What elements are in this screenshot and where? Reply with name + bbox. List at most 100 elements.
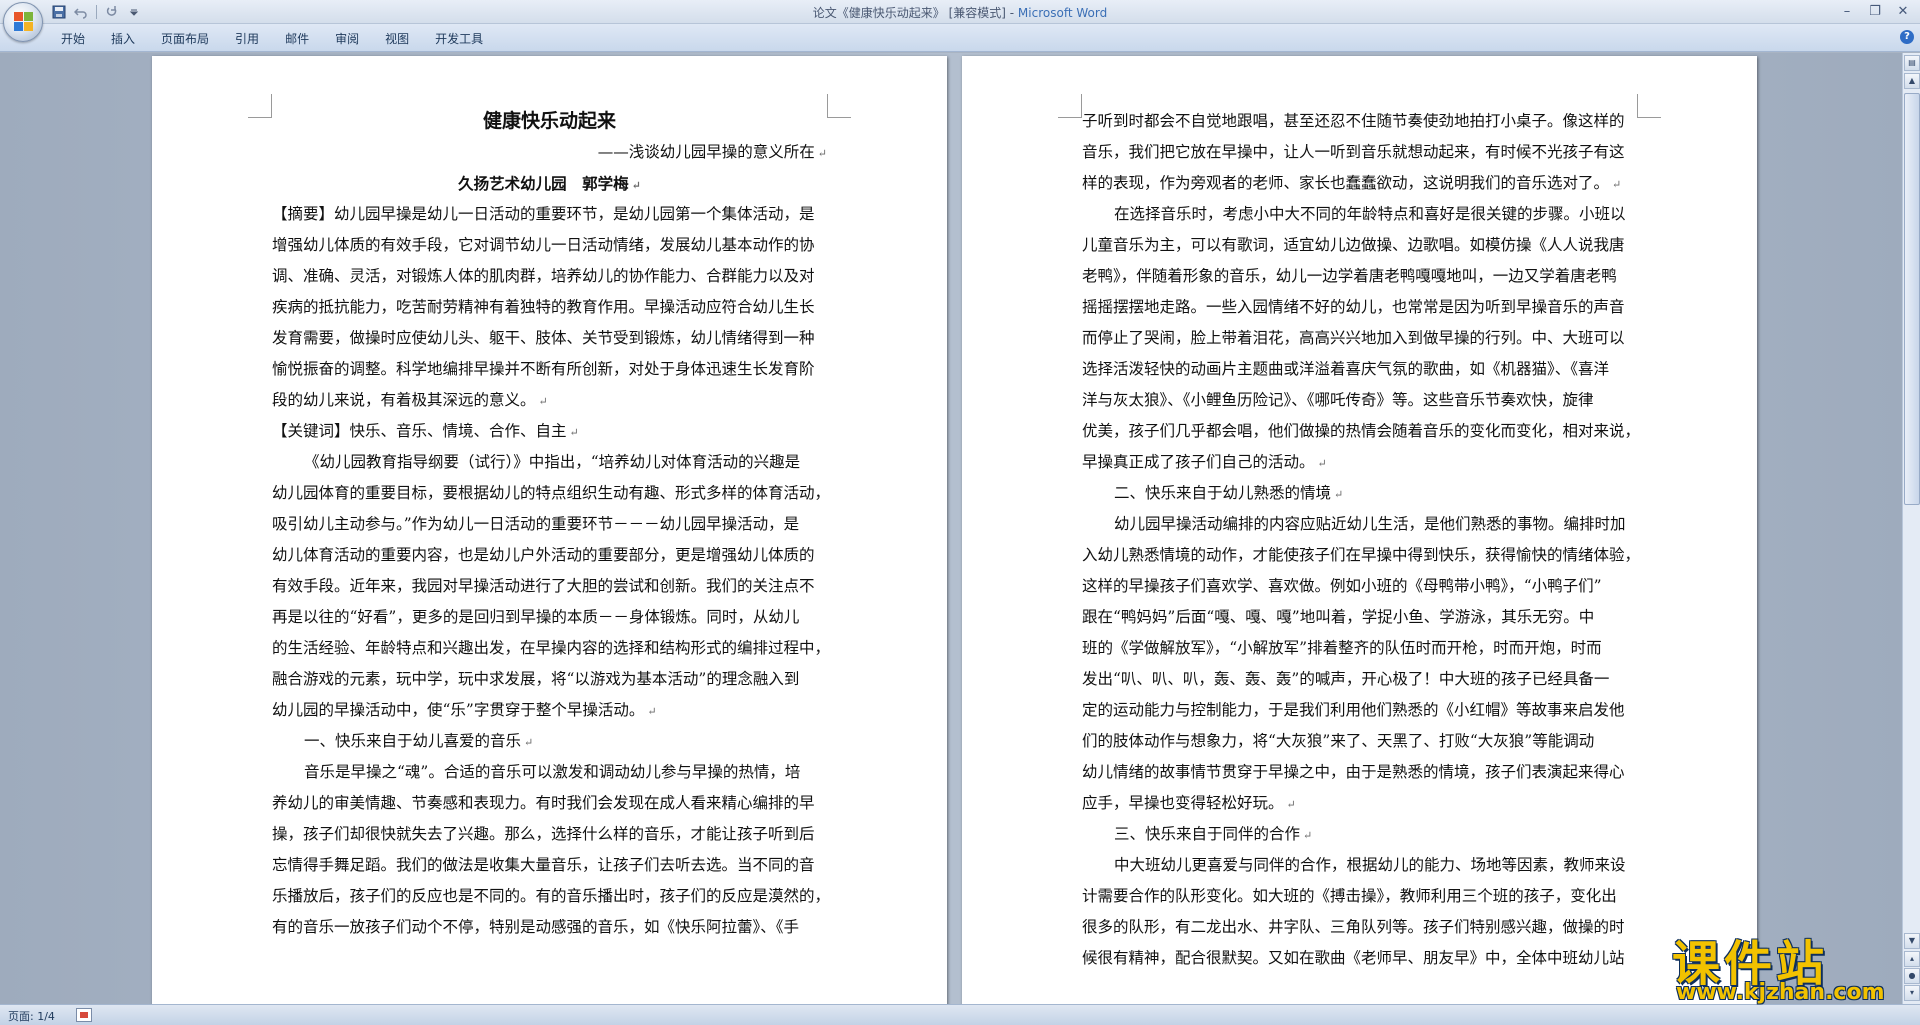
page-1-text: 健康快乐动起来 ——浅谈幼儿园早操的意义所在 ↵ 久扬艺术幼儿园 郭学梅 ↵ 【摘要】幼儿…: [272, 106, 827, 943]
text-line-content: 【摘要】幼儿园早操是幼儿一日活动的重要环节，是幼儿园第一个集体活动，是: [272, 205, 815, 223]
tab-developer[interactable]: 开发工具: [422, 30, 496, 47]
text-line: 养幼儿的审美情趣、节奏感和表现力。有时我们会发现在成人看来精心编排的早: [272, 788, 827, 819]
text-line: 选择活泼轻快的动画片主题曲或洋溢着喜庆气氛的歌曲，如《机器猫》、《喜洋: [1082, 354, 1637, 385]
paragraph-mark-icon: ↵: [524, 736, 534, 749]
text-line-content: 二、快乐来自于幼儿熟悉的情境: [1114, 484, 1332, 502]
page-2-text: 子听到时都会不自觉地跟唱，甚至还忍不住随节奏使劲地拍打小桌子。像这样的 音乐，我们…: [1082, 106, 1637, 974]
watermark-logo: 课件站 www.kjzhan.com: [1668, 924, 1904, 1006]
tab-home[interactable]: 开始: [48, 30, 98, 47]
text-line-content: 操，孩子们却很快就失去了兴趣。那么，选择什么样的音乐，才能让孩子听到后: [272, 825, 815, 843]
text-line-content: 洋与灰太狼》、《小鲤鱼历险记》、《哪吒传奇》等。这些音乐节奏欢快，旋律: [1082, 391, 1594, 409]
ribbon-tabs: 开始 插入 页面布局 引用 邮件 审阅 视图 开发工具: [48, 30, 496, 47]
text-line-content: 幼儿园体育的重要目标，要根据幼儿的特点组织生动有趣、形式多样的体育活动，: [272, 484, 827, 502]
text-line-content: 幼儿情绪的故事情节贯穿于早操之中，由于是熟悉的情境，孩子们表演起来得心: [1082, 763, 1625, 781]
text-line: 优美，孩子们几乎都会唱，他们做操的热情会随着音乐的变化而变化，相对来说，: [1082, 416, 1637, 447]
minimize-button[interactable]: –: [1834, 1, 1860, 21]
text-line: 《幼儿园教育指导纲要（试行）》中指出，“培养幼儿对体育活动的兴趣是: [272, 447, 827, 478]
tab-review[interactable]: 审阅: [322, 30, 372, 47]
tab-insert[interactable]: 插入: [98, 30, 148, 47]
text-line: 而停止了哭闹，脸上带着泪花，高高兴兴地加入到做早操的行列。中、大班可以: [1082, 323, 1637, 354]
text-line: 再是以往的“好看”，更多的是回归到早操的本质－－身体锻炼。同时，从幼儿: [272, 602, 827, 633]
text-line-content: 乐播放后，孩子们的反应也是不同的。有的音乐播出时，孩子们的反应是漠然的，: [272, 887, 827, 905]
maximize-button[interactable]: ❐: [1862, 1, 1888, 21]
text-line-content: 早操真正成了孩子们自己的活动。: [1082, 453, 1315, 471]
watermark-url: www.kjzhan.com: [1676, 980, 1885, 1005]
text-line-content: 幼儿园的早操活动中，使“乐”字贯穿于整个早操活动。: [272, 701, 645, 719]
text-line: 调、准确、灵活，对锻炼人体的肌肉群，培养幼儿的协作能力、合群能力以及对: [272, 261, 827, 292]
text-line-content: 而停止了哭闹，脸上带着泪花，高高兴兴地加入到做早操的行列。中、大班可以: [1082, 329, 1625, 347]
text-line-content: 子听到时都会不自觉地跟唱，甚至还忍不住随节奏使劲地拍打小桌子。像这样的: [1082, 112, 1625, 130]
close-button[interactable]: ✕: [1890, 1, 1916, 21]
tab-page-layout[interactable]: 页面布局: [148, 30, 222, 47]
crop-mark: [1637, 94, 1661, 118]
tab-view[interactable]: 视图: [372, 30, 422, 47]
text-line-content: 健康快乐动起来: [482, 110, 616, 132]
paragraph-mark-icon: ↵: [817, 147, 827, 160]
document-page-2[interactable]: 子听到时都会不自觉地跟唱，甚至还忍不住随节奏使劲地拍打小桌子。像这样的 音乐，我们…: [962, 56, 1757, 1004]
document-workspace: 健康快乐动起来 ——浅谈幼儿园早操的意义所在 ↵ 久扬艺术幼儿园 郭学梅 ↵ 【摘要】幼儿…: [0, 53, 1902, 1004]
text-line-content: 愉悦振奋的调整。科学地编排早操并不断有所创新，对处于身体迅速生长发育阶: [272, 360, 815, 378]
text-line: 操，孩子们却很快就失去了兴趣。那么，选择什么样的音乐，才能让孩子听到后: [272, 819, 827, 850]
text-line-content: 跟在“鸭妈妈”后面“嘎、嘎、嘎”地叫着，学捉小鱼、学游泳，其乐无穷。中: [1082, 608, 1595, 626]
help-icon[interactable]: ?: [1900, 30, 1914, 44]
document-page-1[interactable]: 健康快乐动起来 ——浅谈幼儿园早操的意义所在 ↵ 久扬艺术幼儿园 郭学梅 ↵ 【摘要】幼儿…: [152, 56, 947, 1004]
text-line: 老鸭》，伴随着形象的音乐，幼儿一边学着唐老鸭嘎嘎地叫，一边又学着唐老鸭: [1082, 261, 1637, 292]
text-line-content: 们的肢体动作与想象力，将“大灰狼”来了、天黑了、打败“大灰狼”等能调动: [1082, 732, 1595, 750]
text-line-content: 幼儿体育活动的重要内容，也是幼儿户外活动的重要部分，更是增强幼儿体质的: [272, 546, 815, 564]
select-browse-object-icon[interactable]: ●: [1904, 968, 1920, 984]
text-line-content: 候很有精神，配合很默契。又如在歌曲《老师早、朋友早》中，全体中班幼儿站: [1082, 949, 1625, 967]
office-logo-icon: [14, 12, 34, 32]
text-line-content: 养幼儿的审美情趣、节奏感和表现力。有时我们会发现在成人看来精心编排的早: [272, 794, 815, 812]
window-controls: – ❐ ✕: [1834, 1, 1916, 21]
proofing-status-icon[interactable]: [76, 1008, 92, 1022]
text-line-content: 入幼儿熟悉情境的动作，才能使孩子们在早操中得到快乐，获得愉快的情绪体验，: [1082, 546, 1637, 564]
paragraph-mark-icon: ↵: [647, 705, 657, 718]
text-line-content: 很多的队形，有二龙出水、井字队、三角队列等。孩子们特别感兴趣，做操的时: [1082, 918, 1625, 936]
ruler-toggle-icon[interactable]: ▤: [1904, 55, 1920, 71]
app-name: Microsoft Word: [1017, 6, 1108, 20]
crop-mark: [1058, 94, 1082, 118]
scroll-up-arrow-icon[interactable]: ▲: [1904, 73, 1920, 89]
text-line-content: 幼儿园早操活动编排的内容应贴近幼儿生活，是他们熟悉的事物。编排时加: [1114, 515, 1626, 533]
text-line-content: 在选择音乐时，考虑小中大不同的年龄特点和喜好是很关键的步骤。小班以: [1114, 205, 1626, 223]
next-page-icon[interactable]: ▾: [1904, 985, 1920, 1001]
vertical-scrollbar[interactable]: ▤ ▲ ▼ ▴ ● ▾: [1902, 53, 1920, 1004]
text-line-content: 老鸭》，伴随着形象的音乐，幼儿一边学着唐老鸭嘎嘎地叫，一边又学着唐老鸭: [1082, 267, 1617, 285]
text-line-content: 调、准确、灵活，对锻炼人体的肌肉群，培养幼儿的协作能力、合群能力以及对: [272, 267, 815, 285]
text-line: 儿童音乐为主，可以有歌词，适宜幼儿边做操、边歌唱。如模仿操《人人说我唐: [1082, 230, 1637, 261]
text-line: 发出“叭、叭、叭，轰、轰、轰”的喊声，开心极了！中大班的孩子已经具备一: [1082, 664, 1637, 695]
tab-references[interactable]: 引用: [222, 30, 272, 47]
text-line: 幼儿情绪的故事情节贯穿于早操之中，由于是熟悉的情境，孩子们表演起来得心: [1082, 757, 1637, 788]
previous-page-icon[interactable]: ▴: [1904, 951, 1920, 967]
text-line: 【关键词】快乐、音乐、情境、合作、自主 ↵: [272, 416, 827, 447]
text-line-content: 《幼儿园教育指导纲要（试行）》中指出，“培养幼儿对体育活动的兴趣是: [304, 453, 801, 471]
scroll-down-arrow-icon[interactable]: ▼: [1904, 933, 1920, 949]
page-indicator[interactable]: 页面: 1/4: [8, 1008, 55, 1024]
office-button[interactable]: [3, 2, 43, 42]
text-line-content: 计需要合作的队形变化。如大班的《搏击操》，教师利用三个班的孩子，变化出: [1082, 887, 1617, 905]
text-line: 二、快乐来自于幼儿熟悉的情境 ↵: [1082, 478, 1637, 509]
text-line-content: 融合游戏的元素，玩中学，玩中求发展，将“以游戏为基本活动”的理念融入到: [272, 670, 800, 688]
paragraph-mark-icon: ↵: [1303, 829, 1313, 842]
text-line: 摇摇摆摆地走路。一些入园情绪不好的幼儿，也常常是因为听到早操音乐的声音: [1082, 292, 1637, 323]
text-line-content: 优美，孩子们几乎都会唱，他们做操的热情会随着音乐的变化而变化，相对来说，: [1082, 422, 1637, 440]
text-line: 样的表现，作为旁观者的老师、家长也蠢蠢欲动，这说明我们的音乐选对了。 ↵: [1082, 168, 1637, 199]
paragraph-mark-icon: ↵: [1286, 798, 1296, 811]
text-line: 融合游戏的元素，玩中学，玩中求发展，将“以游戏为基本活动”的理念融入到: [272, 664, 827, 695]
text-line-content: 久扬艺术幼儿园 郭学梅: [458, 174, 629, 193]
text-line: 增强幼儿体质的有效手段，它对调节幼儿一日活动情绪，发展幼儿基本动作的协: [272, 230, 827, 261]
text-line: 段的幼儿来说，有着极其深远的意义。 ↵: [272, 385, 827, 416]
text-line-content: 音乐是早操之“魂”。合适的音乐可以激发和调动幼儿参与早操的热情，培: [304, 763, 801, 781]
text-line-content: 应手，早操也变得轻松好玩。: [1082, 794, 1284, 812]
text-line: 早操真正成了孩子们自己的活动。 ↵: [1082, 447, 1637, 478]
document-title: 论文《健康快乐动起来》 [兼容模式] -: [812, 6, 1018, 20]
text-line-content: 发育需要，做操时应使幼儿头、躯干、肢体、关节受到锻炼，幼儿情绪得到一种: [272, 329, 815, 347]
scrollbar-thumb[interactable]: [1904, 93, 1920, 505]
text-line-content: 忘情得手舞足蹈。我们的做法是收集大量音乐，让孩子们去听去选。当不同的音: [272, 856, 815, 874]
text-line-content: 有的音乐一放孩子们动个不停，特别是动感强的音乐，如《快乐阿拉蕾》、《手: [272, 918, 800, 936]
tab-mailings[interactable]: 邮件: [272, 30, 322, 47]
text-line-content: 中大班幼儿更喜爱与同伴的合作，根据幼儿的能力、场地等因素，教师来设: [1114, 856, 1626, 874]
text-line-content: 班的《学做解放军》，“小解放军”排着整齐的队伍时而开枪，时而开炮，时而: [1082, 639, 1602, 657]
text-line-content: 选择活泼轻快的动画片主题曲或洋溢着喜庆气氛的歌曲，如《机器猫》、《喜洋: [1082, 360, 1610, 378]
text-line: 幼儿园早操活动编排的内容应贴近幼儿生活，是他们熟悉的事物。编排时加: [1082, 509, 1637, 540]
